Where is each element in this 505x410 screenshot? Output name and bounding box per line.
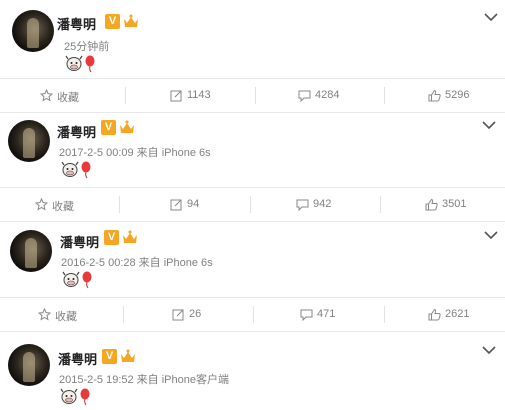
post-action-bar: 收藏 94 942 3501 (0, 187, 505, 222)
cow-emoji-icon (65, 55, 83, 71)
post-action-bar: 收藏 1143 4284 5296 (0, 78, 505, 113)
post-action-bar: 收藏 26 471 2621 (0, 297, 505, 332)
repost-count: 94 (187, 198, 200, 210)
divider (384, 87, 385, 104)
verified-v-icon: V (105, 14, 120, 29)
star-icon (40, 89, 53, 102)
balloon-emoji-icon (80, 388, 90, 406)
cow-emoji-icon (61, 161, 79, 177)
repost-count: 1143 (187, 89, 211, 101)
divider (384, 306, 385, 323)
post-header: 潘粤明 V 2017-2-5 00:09 来自 iPhone 6s (0, 120, 505, 180)
chevron-down-icon[interactable] (484, 230, 498, 240)
like-count: 3501 (442, 198, 467, 210)
star-icon (38, 308, 51, 321)
like-count: 2621 (445, 308, 470, 320)
comment-icon (298, 90, 311, 102)
verified-v-icon: V (104, 230, 119, 245)
divider (250, 196, 251, 213)
comment-count: 471 (317, 308, 336, 320)
divider (255, 87, 256, 104)
like-icon (428, 89, 441, 102)
comment-icon (296, 199, 309, 211)
like-count: 5296 (445, 89, 470, 101)
balloon-emoji-icon (85, 55, 95, 73)
repost-icon (170, 199, 182, 211)
avatar[interactable] (12, 10, 54, 52)
cow-emoji-icon (62, 271, 80, 287)
avatar[interactable] (10, 230, 52, 272)
post-time[interactable]: 2017-2-5 00:09 来自 iPhone 6s (59, 144, 211, 160)
repost-icon (170, 90, 182, 102)
author-name[interactable]: 潘粤明 (57, 14, 96, 33)
crown-level-icon (123, 230, 137, 243)
author-name[interactable]: 潘粤明 (57, 122, 96, 141)
crown-level-icon (121, 349, 135, 362)
author-name[interactable]: 潘粤明 (58, 349, 97, 368)
post-header: 潘粤明 V 2015-2-5 19:52 来自 iPhone客户端 (0, 344, 505, 406)
favorite-label: 收藏 (52, 201, 74, 213)
divider (253, 306, 254, 323)
like-icon (425, 198, 438, 211)
chevron-down-icon[interactable] (482, 345, 496, 355)
divider (123, 306, 124, 323)
avatar[interactable] (8, 344, 50, 386)
repost-icon (172, 309, 184, 321)
avatar[interactable] (8, 120, 50, 162)
crown-level-icon (120, 120, 134, 133)
post-time[interactable]: 25分钟前 (64, 38, 109, 54)
author-name[interactable]: 潘粤明 (60, 232, 99, 251)
comment-count: 4284 (315, 89, 340, 101)
divider (119, 196, 120, 213)
post-time[interactable]: 2015-2-5 19:52 来自 iPhone客户端 (59, 371, 229, 387)
divider (125, 87, 126, 104)
verified-v-icon: V (101, 120, 116, 135)
balloon-emoji-icon (81, 161, 91, 179)
comment-icon (300, 309, 313, 321)
comment-count: 942 (313, 198, 332, 210)
favorite-label: 收藏 (57, 92, 79, 104)
like-icon (428, 308, 441, 321)
divider (380, 196, 381, 213)
verified-v-icon: V (102, 349, 117, 364)
post-time[interactable]: 2016-2-5 00:28 来自 iPhone 6s (61, 254, 213, 270)
star-icon (35, 198, 48, 211)
post-header: 潘粤明 V 25分钟前 (0, 10, 505, 73)
chevron-down-icon[interactable] (482, 120, 496, 130)
chevron-down-icon[interactable] (484, 12, 498, 22)
repost-count: 26 (189, 308, 202, 320)
crown-level-icon (124, 14, 138, 27)
balloon-emoji-icon (82, 271, 92, 289)
favorite-label: 收藏 (55, 311, 77, 323)
post-header: 潘粤明 V 2016-2-5 00:28 来自 iPhone 6s (0, 230, 505, 290)
cow-emoji-icon (60, 388, 78, 404)
